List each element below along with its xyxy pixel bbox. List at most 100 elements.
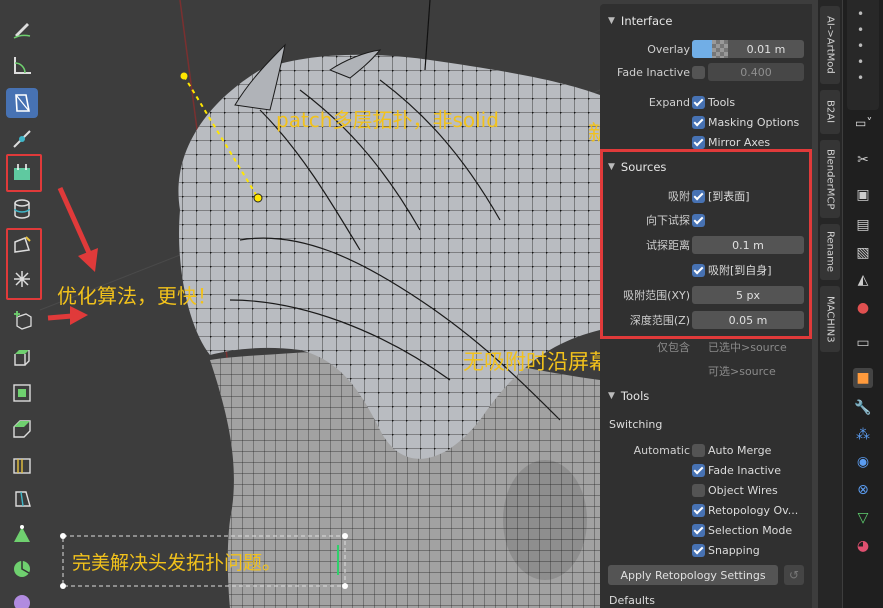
tools-section-header[interactable]: ▼ Tools <box>608 389 649 403</box>
outliner-panel-top: • • • • • <box>847 0 879 110</box>
view-layer-icon[interactable]: ▧ <box>853 243 873 263</box>
interface-section-header[interactable]: ▼ Interface <box>608 14 672 28</box>
fade-inactive-tool-checkbox[interactable] <box>692 464 705 477</box>
inset-icon[interactable] <box>6 378 38 408</box>
add-cube-icon[interactable] <box>6 304 38 334</box>
more-options-icon[interactable]: • • • • • <box>857 6 864 86</box>
annotation-optimize: 优化算法，更快！ <box>57 284 217 308</box>
snap-checkbox[interactable] <box>692 190 705 203</box>
tab-b2ai[interactable]: B2AI <box>820 90 840 134</box>
extrude-icon[interactable] <box>6 342 38 372</box>
retopology-overlay-label: Retopology Ov... <box>708 503 799 517</box>
auto-merge-checkbox[interactable] <box>692 444 705 457</box>
selectable-source-label: 可选>source <box>708 365 776 378</box>
retopology-overlay-checkbox[interactable] <box>692 504 705 517</box>
3d-viewport[interactable]: patch多层拓扑，非solid 新增内容 优化算法，更快！ 无吸附时沿屏幕坐标… <box>0 0 600 608</box>
reset-settings-icon[interactable]: ↺ <box>784 565 804 585</box>
properties-editor-tabs: • • • • • ▭˅ ✂ ▣ ▤ ▧ ◭ ● ▭ ■ 🔧 ⁂ ◉ ⊗ ▽ ◕ <box>843 0 883 608</box>
loop-cut-icon[interactable] <box>6 450 38 480</box>
output-icon[interactable]: ▤ <box>853 215 873 235</box>
expand-tools-checkbox[interactable] <box>692 96 705 109</box>
snap-range-field[interactable]: 5 px <box>692 286 804 304</box>
self-snap-checkbox[interactable] <box>692 264 705 277</box>
overlay-slider[interactable]: 0.01 m <box>692 40 804 58</box>
chevron-down-icon: ▼ <box>608 16 615 26</box>
apply-retopology-settings-label: Apply Retopology Settings <box>620 568 766 582</box>
world-icon[interactable]: ● <box>853 298 873 318</box>
depth-range-label: 深度范围(Z) <box>629 314 690 327</box>
retopoflow-sidebar-panel: ▼ Interface Overlay 0.01 m Fade Inactive … <box>600 4 812 608</box>
snapping-checkbox[interactable] <box>692 544 705 557</box>
poly-build-2-icon[interactable] <box>6 520 38 550</box>
tab-machin3[interactable]: MACHIN3 <box>820 286 840 352</box>
material-icon[interactable]: ◕ <box>853 536 873 556</box>
object-wires-checkbox[interactable] <box>692 484 705 497</box>
object-wires-label: Object Wires <box>708 483 778 497</box>
expand-mirror-label: Mirror Axes <box>708 135 771 149</box>
constraints-icon[interactable]: ⊗ <box>853 480 873 500</box>
scene-icon[interactable]: ◭ <box>853 270 873 290</box>
sources-title: Sources <box>620 160 667 174</box>
physics-icon[interactable]: ◉ <box>853 452 873 472</box>
particles-icon[interactable]: ⁂ <box>853 425 873 445</box>
depth-range-value: 0.05 m <box>728 313 768 327</box>
overlay-value: 0.01 m <box>746 42 786 56</box>
expand-label: Expand <box>648 95 690 109</box>
tab-ai-artmod[interactable]: AI->ArtMod <box>820 6 840 84</box>
fade-inactive-label: Fade Inactive <box>617 65 690 79</box>
measure-icon[interactable] <box>6 50 38 80</box>
modifier-icon[interactable]: 🔧 <box>853 398 873 418</box>
fade-inactive-field[interactable]: 0.400 <box>708 63 804 81</box>
tab-rename-label: Rename <box>824 231 836 273</box>
selection-mode-checkbox[interactable] <box>692 524 705 537</box>
probe-checkbox[interactable] <box>692 214 705 227</box>
data-icon[interactable]: ▽ <box>853 508 873 528</box>
probe-distance-field[interactable]: 0.1 m <box>692 236 804 254</box>
annotation-no-snap: 无吸附时沿屏幕坐标创建 <box>463 350 600 374</box>
automatic-label: Automatic <box>633 443 690 457</box>
tab-rename[interactable]: Rename <box>820 224 840 280</box>
collection-icon[interactable]: ▭ <box>853 333 873 353</box>
sidebar-tabs: AI->ArtMod B2AI BlenderMCP Rename MACHIN… <box>818 0 842 608</box>
overlay-label: Overlay <box>647 42 690 56</box>
expand-mirror-checkbox[interactable] <box>692 136 705 149</box>
blender-window: patch多层拓扑，非solid 新增内容 优化算法，更快！ 无吸附时沿屏幕坐标… <box>0 0 883 608</box>
tools-title: Tools <box>620 389 650 403</box>
expand-masking-checkbox[interactable] <box>692 116 705 129</box>
self-snap-label: 吸附[到自身] <box>708 264 772 277</box>
interface-title: Interface <box>620 14 673 28</box>
fade-inactive-tool-label: Fade Inactive <box>708 463 781 477</box>
fade-inactive-checkbox[interactable] <box>692 66 705 79</box>
edge-slide-icon[interactable] <box>6 124 38 154</box>
tool-shelf <box>0 0 44 608</box>
expand-tools-label: Tools <box>708 95 736 109</box>
tab-blendermcp[interactable]: BlenderMCP <box>820 140 840 218</box>
annotate-icon[interactable] <box>6 14 38 44</box>
tab-b2ai-label: B2AI <box>824 100 836 124</box>
chevron-down-icon: ▼ <box>608 391 615 401</box>
render-icon[interactable]: ▣ <box>853 185 873 205</box>
bevel-icon[interactable] <box>6 414 38 444</box>
chevron-down-icon: ▼ <box>608 162 615 172</box>
snap-range-value: 5 px <box>736 288 760 302</box>
annotation-patch: patch多层拓扑，非solid <box>276 108 499 132</box>
apply-retopology-settings-button[interactable]: Apply Retopology Settings <box>608 565 778 585</box>
depth-range-field[interactable]: 0.05 m <box>692 311 804 329</box>
sources-section-header[interactable]: ▼ Sources <box>608 160 666 174</box>
probe-distance-label: 试探距离 <box>646 239 690 252</box>
knife-icon[interactable] <box>6 484 38 514</box>
tab-blendermcp-label: BlenderMCP <box>824 148 836 210</box>
editor-type-icon[interactable]: ▭˅ <box>855 116 872 130</box>
tool-icon[interactable]: ✂ <box>853 150 873 170</box>
poly-build-icon[interactable] <box>6 88 38 118</box>
highlight-box-quad-relax-tools <box>6 228 42 300</box>
sphere-icon[interactable] <box>6 588 38 608</box>
fade-inactive-value: 0.400 <box>740 65 772 79</box>
cylinder-icon[interactable] <box>6 194 38 224</box>
tab-ai-artmod-label: AI->ArtMod <box>824 16 836 74</box>
object-icon[interactable]: ■ <box>853 368 873 388</box>
probe-distance-value: 0.1 m <box>732 238 764 252</box>
spin-icon[interactable] <box>6 554 38 584</box>
switching-label: Switching <box>609 417 663 431</box>
snapping-label: Snapping <box>708 543 760 557</box>
